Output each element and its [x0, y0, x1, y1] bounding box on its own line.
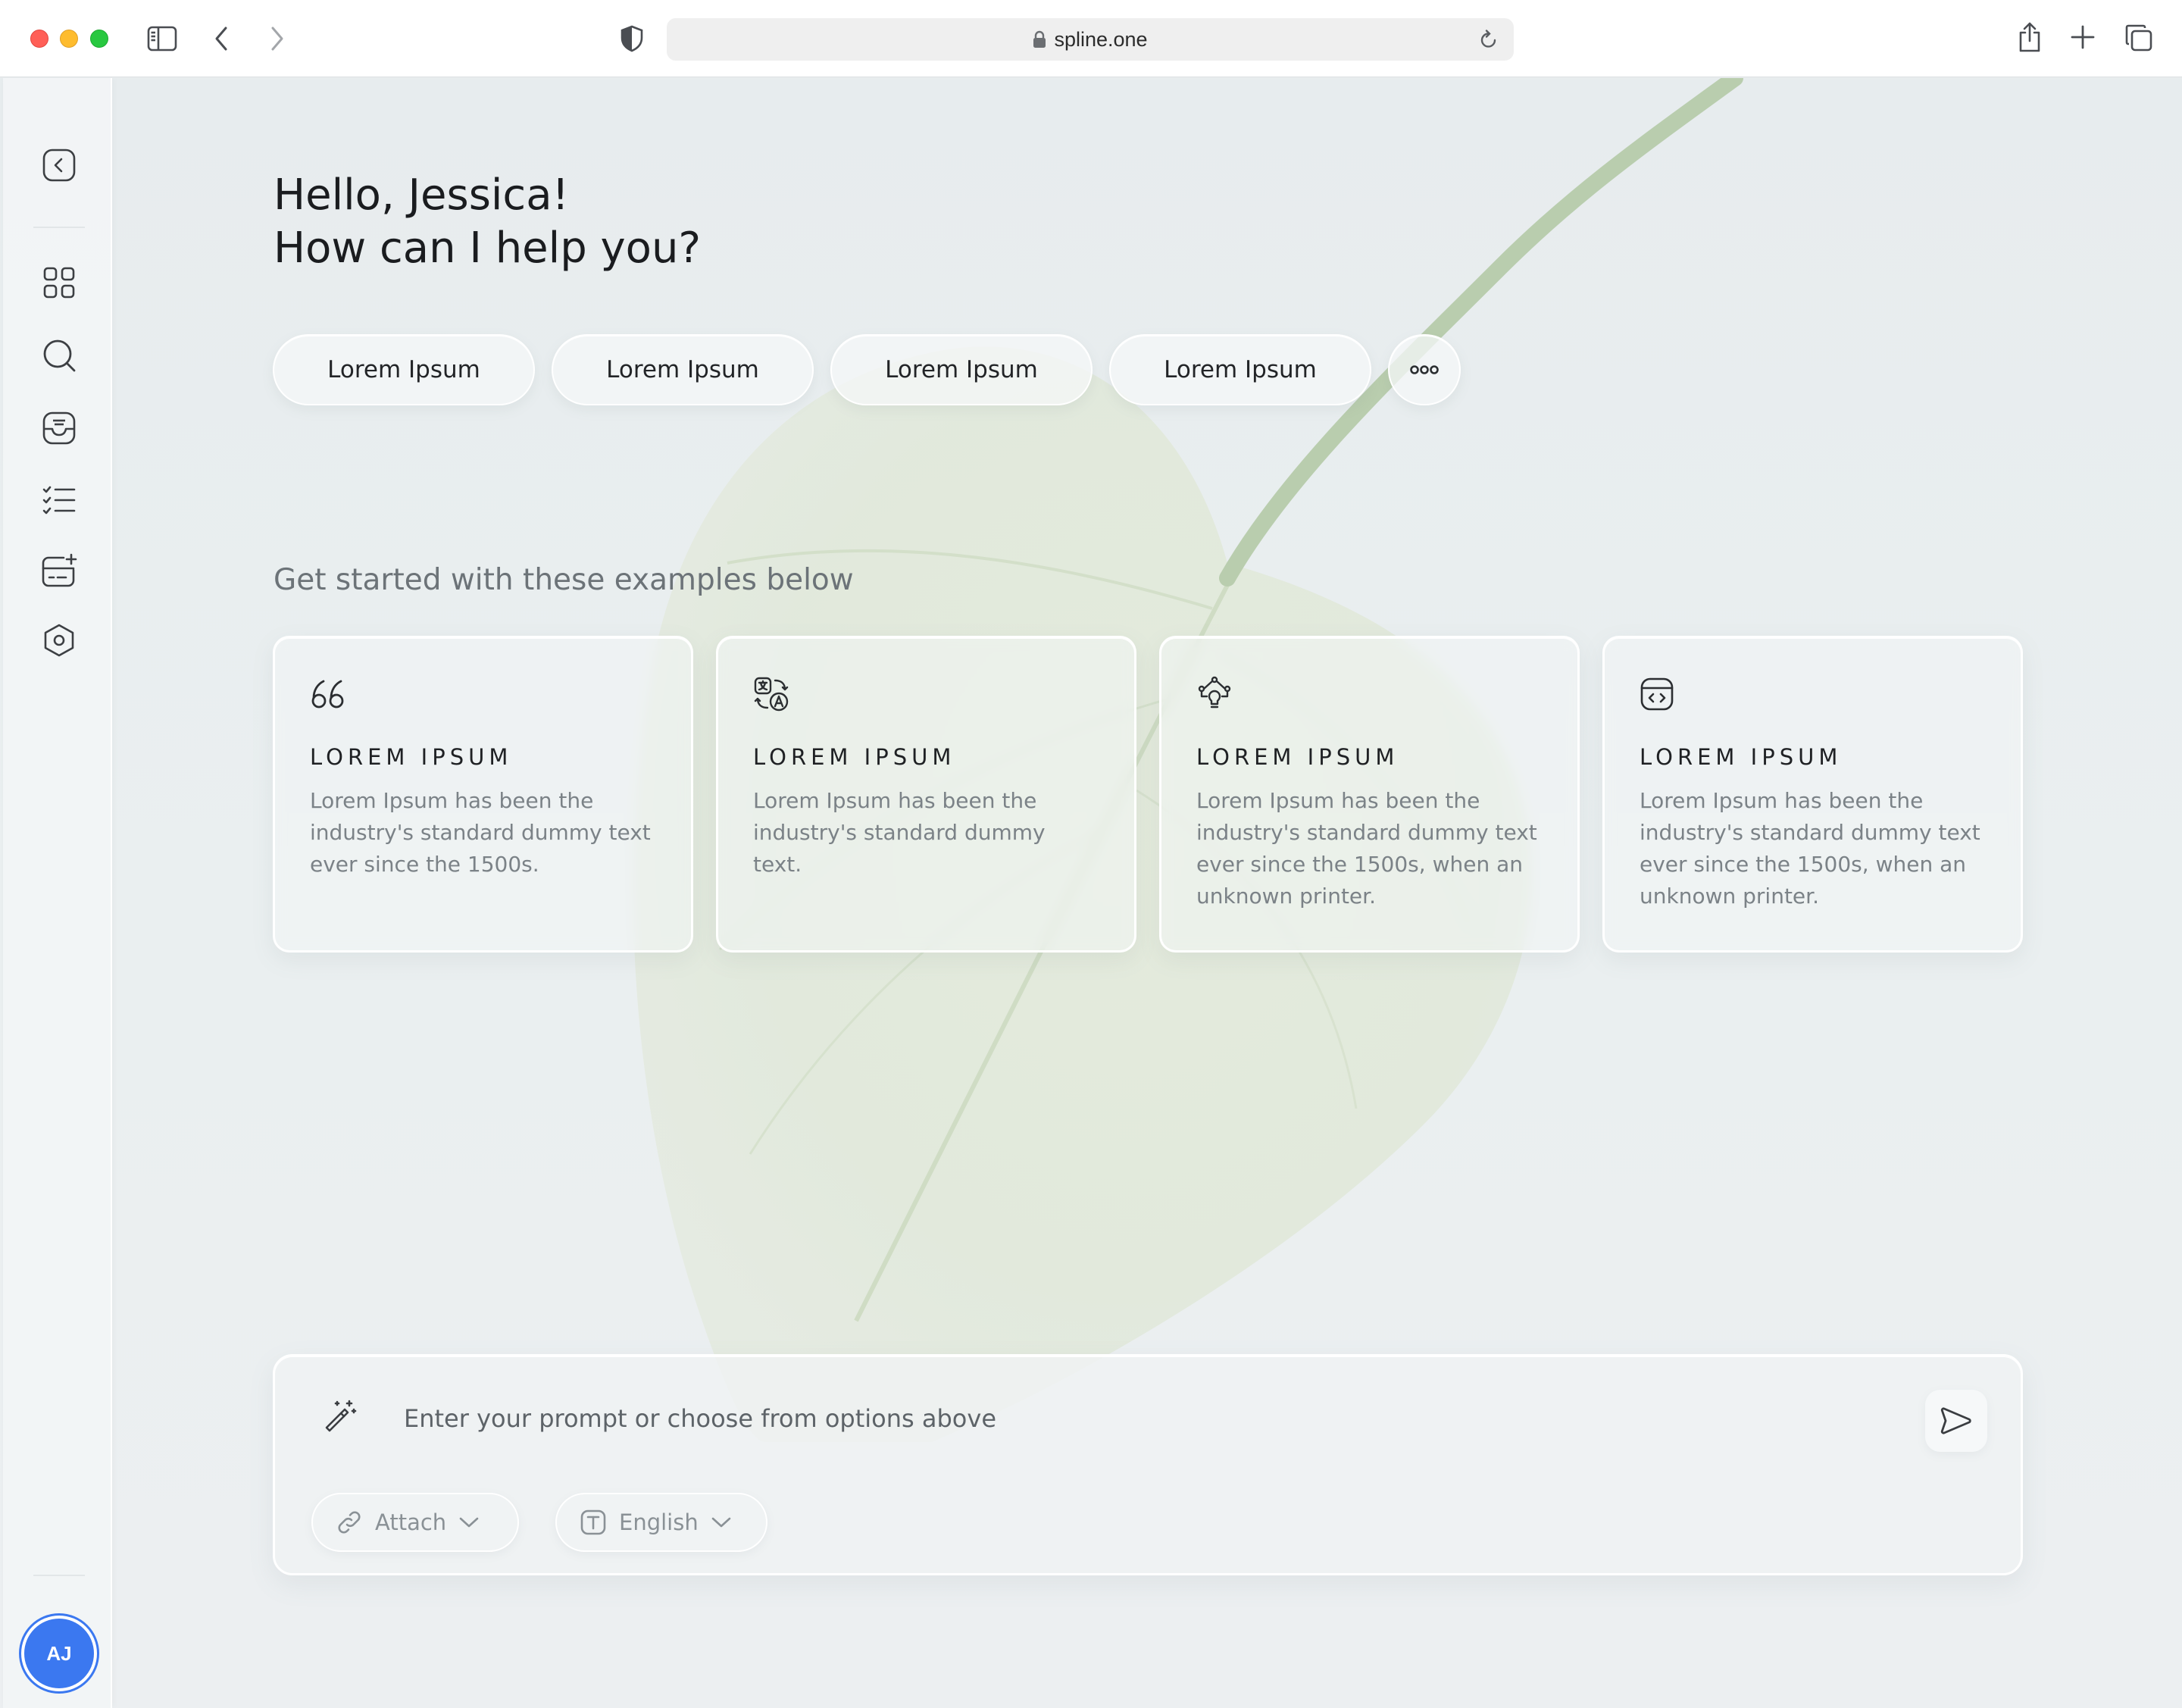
example-card-description: Lorem Ipsum has been the industry's stan…	[310, 788, 651, 877]
example-card[interactable]: LOREM IPSUM Lorem Ipsum has been the ind…	[1159, 636, 1580, 953]
send-button[interactable]	[1925, 1390, 1987, 1452]
more-options-button[interactable]	[1388, 334, 1461, 405]
address-bar[interactable]: spline.one	[667, 18, 1514, 61]
suggestion-chips: Lorem Ipsum Lorem Ipsum Lorem Ipsum Lore…	[273, 334, 1461, 405]
checklist-icon	[42, 486, 76, 515]
prompt-input[interactable]	[404, 1394, 1843, 1443]
suggestion-chip[interactable]: Lorem Ipsum	[273, 334, 535, 405]
text-format-icon	[580, 1509, 606, 1535]
suggestion-chip[interactable]: Lorem Ipsum	[1109, 334, 1371, 405]
code-browser-icon	[1640, 673, 1986, 715]
collapse-sidebar-button[interactable]	[36, 142, 82, 188]
attach-label: Attach	[375, 1509, 447, 1535]
grid-icon	[43, 267, 75, 299]
window-close-button[interactable]	[30, 30, 48, 48]
add-board-icon	[42, 553, 77, 587]
example-card-description: Lorem Ipsum has been the industry's stan…	[1640, 788, 1980, 909]
greeting-heading: Hello, Jessica! How can I help you?	[274, 169, 701, 275]
language-label: English	[619, 1509, 699, 1535]
settings-hexagon-icon	[44, 624, 74, 657]
chevron-down-icon	[711, 1517, 731, 1528]
user-avatar[interactable]: AJ	[24, 1619, 94, 1688]
example-card-title: LOREM IPSUM	[753, 744, 956, 770]
example-card-title: LOREM IPSUM	[1640, 744, 1843, 770]
prompt-box: Attach English	[273, 1354, 2023, 1575]
suggestion-chip[interactable]: Lorem Ipsum	[830, 334, 1093, 405]
greeting-line-1: Hello, Jessica!	[274, 170, 569, 220]
window-minimize-button[interactable]	[60, 30, 78, 48]
quote-icon	[310, 673, 656, 715]
idea-network-icon	[1196, 673, 1543, 715]
sidebar-item-dashboard[interactable]	[36, 260, 82, 305]
window-zoom-button[interactable]	[90, 30, 108, 48]
privacy-shield-icon[interactable]	[620, 25, 644, 52]
example-card-title: LOREM IPSUM	[1196, 744, 1399, 770]
link-icon	[338, 1511, 361, 1534]
share-icon[interactable]	[2017, 21, 2043, 53]
suggestion-chip[interactable]: Lorem Ipsum	[552, 334, 814, 405]
sidebar-toggle-icon[interactable]	[147, 25, 177, 52]
sidebar-item-new-board[interactable]	[36, 548, 82, 593]
example-card-description: Lorem Ipsum has been the industry's stan…	[1196, 788, 1537, 909]
sidebar-item-tasks[interactable]	[36, 478, 82, 524]
sidebar-bottom-divider	[33, 1575, 85, 1576]
sidebar-item-settings[interactable]	[36, 618, 82, 663]
forward-arrow-icon[interactable]	[268, 25, 286, 52]
example-card-title: LOREM IPSUM	[310, 744, 513, 770]
sidebar: AJ	[3, 78, 112, 1708]
translate-icon	[753, 673, 1099, 715]
sidebar-divider	[33, 227, 85, 228]
back-arrow-icon[interactable]	[212, 25, 230, 52]
send-icon	[1940, 1407, 1971, 1434]
chevron-down-icon	[459, 1517, 479, 1528]
magic-wand-icon	[322, 1399, 357, 1437]
reload-icon[interactable]	[1479, 29, 1499, 53]
sidebar-item-search[interactable]	[36, 333, 82, 378]
search-icon	[43, 339, 76, 372]
collapse-icon	[42, 149, 76, 182]
lock-icon	[1033, 30, 1046, 48]
language-dropdown[interactable]: English	[555, 1493, 767, 1552]
example-cards: LOREM IPSUM Lorem Ipsum has been the ind…	[273, 636, 2023, 953]
sidebar-item-inbox[interactable]	[36, 405, 82, 451]
example-card-description: Lorem Ipsum has been the industry's stan…	[753, 788, 1046, 877]
browser-toolbar: spline.one	[0, 0, 2182, 77]
example-card[interactable]: LOREM IPSUM Lorem Ipsum has been the ind…	[1602, 636, 2023, 953]
examples-heading: Get started with these examples below	[274, 563, 854, 597]
example-card[interactable]: LOREM IPSUM Lorem Ipsum has been the ind…	[716, 636, 1136, 953]
inbox-icon	[42, 411, 76, 445]
greeting-line-2: How can I help you?	[274, 224, 702, 273]
new-tab-plus-icon[interactable]	[2070, 24, 2096, 50]
page-viewport: AJ Hello, Jessica! How can I help you? L…	[0, 78, 2182, 1708]
tab-overview-icon[interactable]	[2124, 23, 2153, 52]
more-dots-icon	[1410, 365, 1439, 374]
attach-dropdown[interactable]: Attach	[311, 1493, 519, 1552]
example-card[interactable]: LOREM IPSUM Lorem Ipsum has been the ind…	[273, 636, 693, 953]
url-text: spline.one	[1054, 27, 1148, 51]
